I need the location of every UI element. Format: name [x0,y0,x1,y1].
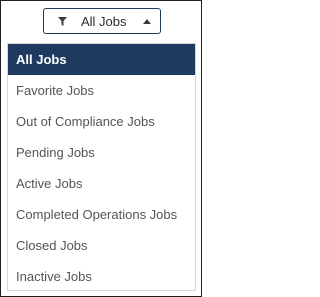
caret-up-icon [143,19,151,24]
menu-item-favorite-jobs[interactable]: Favorite Jobs [8,75,195,106]
menu-item-completed-operations-jobs[interactable]: Completed Operations Jobs [8,199,195,230]
filter-icon [58,17,67,26]
menu-item-active-jobs[interactable]: Active Jobs [8,168,195,199]
menu-item-all-jobs[interactable]: All Jobs [8,44,195,75]
menu-item-inactive-jobs[interactable]: Inactive Jobs [8,261,195,292]
job-filter-menu: All Jobs Favorite Jobs Out of Compliance… [7,43,196,291]
filter-selected-label: All Jobs [81,14,127,29]
menu-item-pending-jobs[interactable]: Pending Jobs [8,137,195,168]
job-filter-panel: All Jobs All Jobs Favorite Jobs Out of C… [0,0,202,297]
menu-item-out-of-compliance-jobs[interactable]: Out of Compliance Jobs [8,106,195,137]
menu-item-closed-jobs[interactable]: Closed Jobs [8,230,195,261]
job-filter-dropdown-button[interactable]: All Jobs [43,8,161,34]
